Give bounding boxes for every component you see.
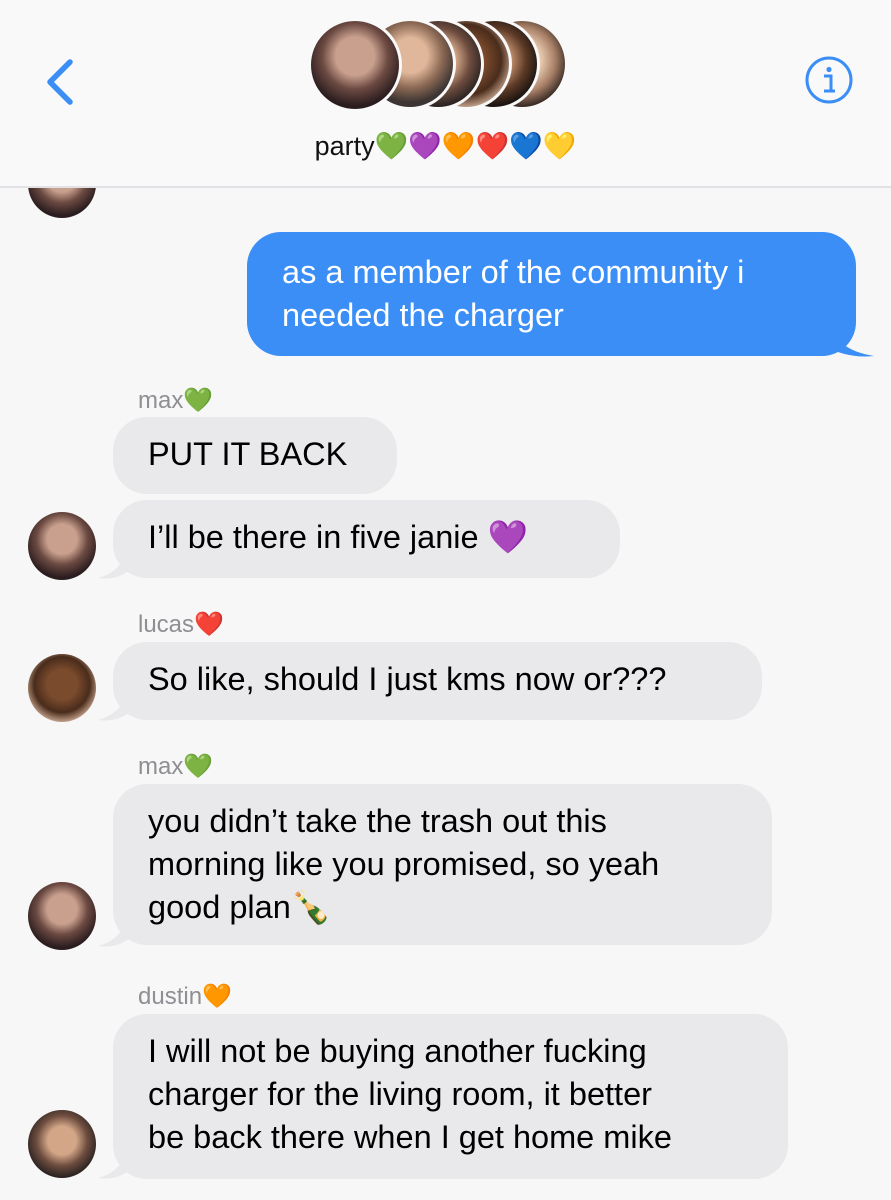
group-avatar bbox=[308, 18, 402, 112]
message-text-line: I will not be buying another fucking bbox=[148, 1033, 647, 1069]
incoming-message-bubble[interactable]: I will not be buying another fucking cha… bbox=[113, 1014, 788, 1179]
group-name: party bbox=[314, 131, 375, 161]
group-hearts: 💚💜🧡❤️💙💛 bbox=[374, 131, 577, 161]
incoming-message-bubble[interactable]: PUT IT BACK bbox=[113, 417, 397, 494]
avatar bbox=[28, 1110, 96, 1178]
message-text-line: you didn’t take the trash out this bbox=[148, 803, 607, 839]
group-avatar-stack[interactable] bbox=[308, 18, 588, 114]
message-text-line: needed the charger bbox=[282, 297, 564, 333]
sender-name: max💚 bbox=[138, 753, 214, 780]
bubble-tail bbox=[98, 684, 132, 721]
group-title[interactable]: party💚💜🧡❤️💙💛 bbox=[0, 130, 891, 162]
back-button[interactable] bbox=[38, 54, 86, 110]
sender-name: lucas❤️ bbox=[138, 611, 224, 638]
bubble-tail bbox=[98, 542, 132, 579]
incoming-message-bubble[interactable]: I’ll be there in five janie 💜 bbox=[113, 500, 620, 578]
message-list[interactable]: as a member of the community i needed th… bbox=[0, 188, 891, 1200]
message-text-line: good plan🍾 bbox=[148, 889, 332, 925]
chevron-left-icon bbox=[47, 59, 73, 105]
bubble-tail bbox=[98, 910, 132, 947]
message-text: PUT IT BACK bbox=[148, 436, 348, 472]
incoming-message-bubble[interactable]: So like, should I just kms now or??? bbox=[113, 642, 762, 720]
outgoing-message-bubble[interactable]: as a member of the community i needed th… bbox=[247, 232, 856, 356]
avatar bbox=[28, 188, 96, 218]
info-icon bbox=[805, 56, 853, 104]
bubble-tail bbox=[98, 1142, 132, 1179]
bubble-tail bbox=[826, 318, 874, 357]
message-text-line: as a member of the community i bbox=[282, 254, 745, 290]
avatar bbox=[28, 882, 96, 950]
message-text-line: morning like you promised, so yeah bbox=[148, 846, 660, 882]
incoming-message-bubble[interactable]: you didn’t take the trash out this morni… bbox=[113, 784, 772, 945]
message-text: I’ll be there in five janie 💜 bbox=[148, 519, 529, 555]
sender-name: dustin🧡 bbox=[138, 983, 232, 1010]
avatar bbox=[28, 654, 96, 722]
info-button[interactable] bbox=[804, 55, 854, 105]
message-text: So like, should I just kms now or??? bbox=[148, 661, 667, 697]
message-text-line: charger for the living room, it better bbox=[148, 1076, 652, 1112]
avatar bbox=[28, 512, 96, 580]
conversation-header: party💚💜🧡❤️💙💛 bbox=[0, 0, 891, 186]
sender-name: max💚 bbox=[138, 387, 214, 414]
message-text-line: be back there when I get home mike bbox=[148, 1119, 672, 1155]
